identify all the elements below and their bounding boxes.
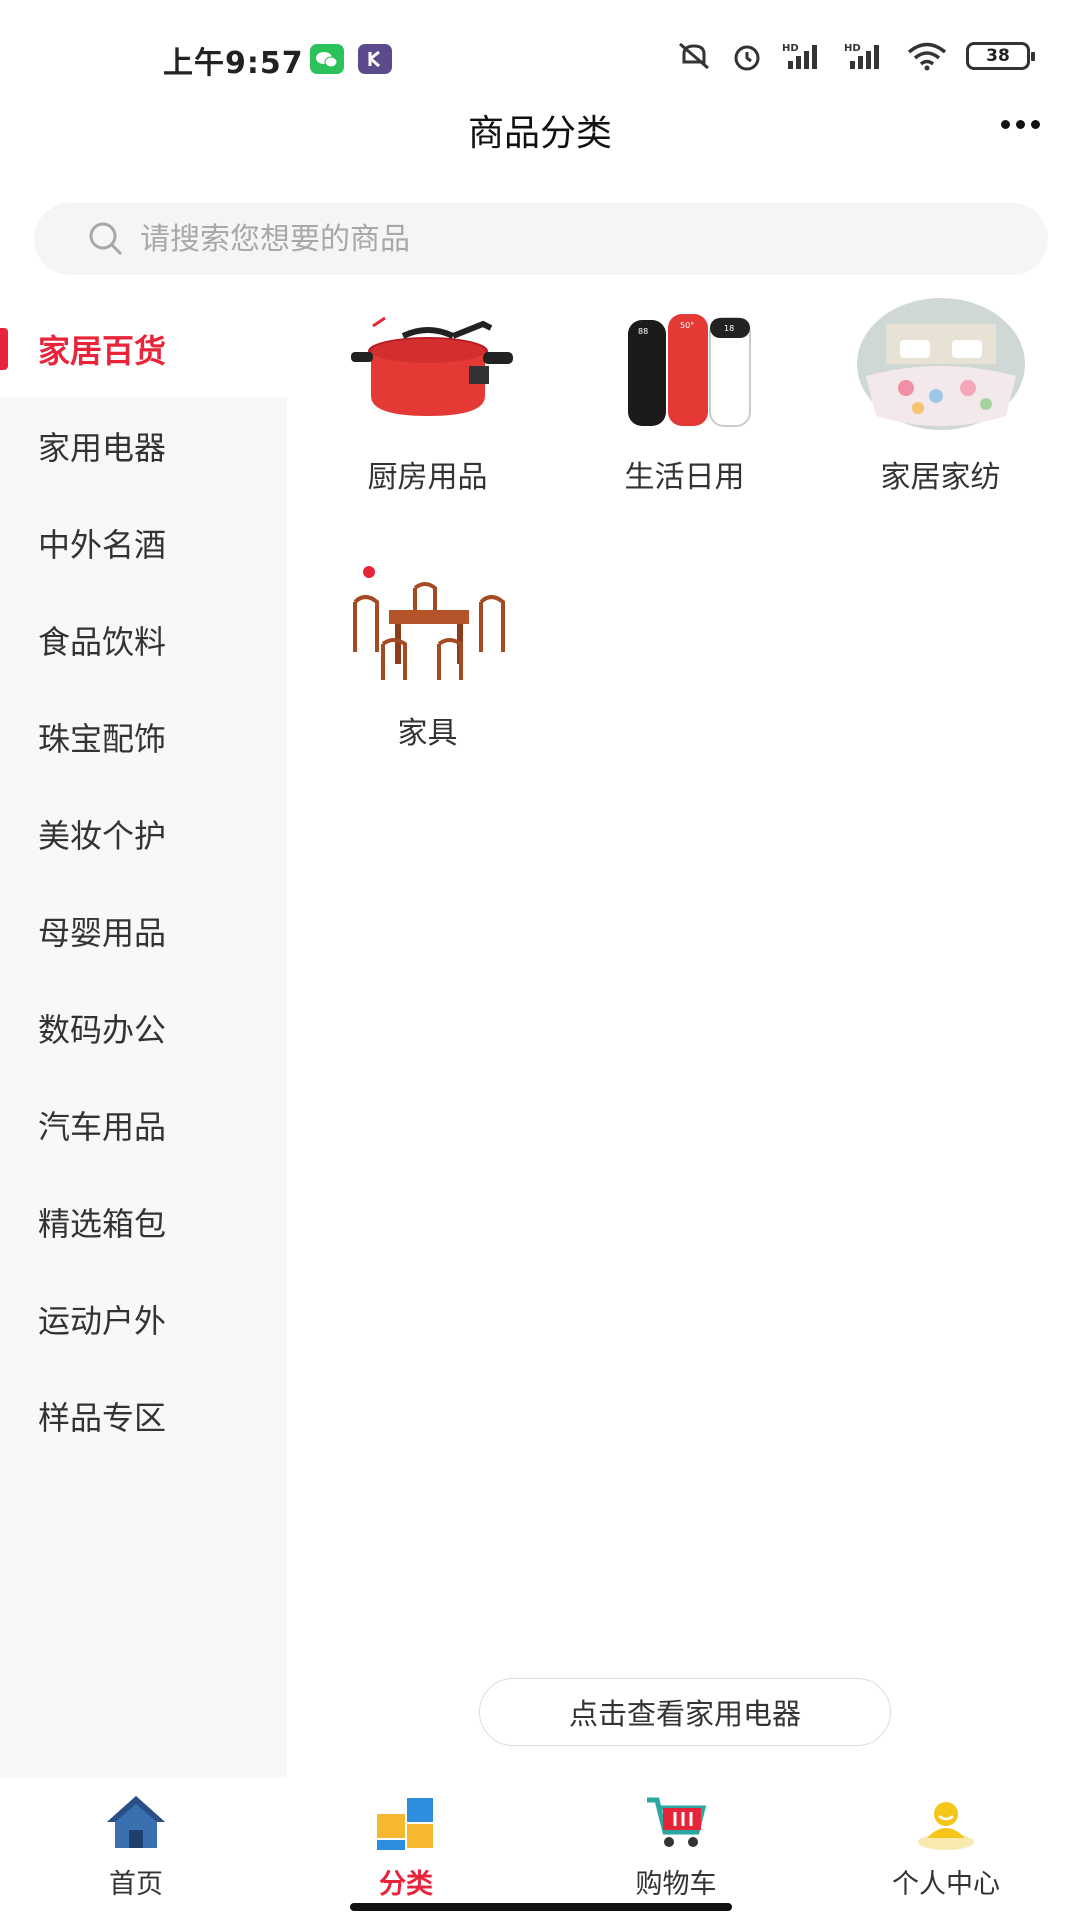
bedding-image <box>856 296 1026 436</box>
sidebar-item-home-goods[interactable]: 家居百货 <box>0 300 287 397</box>
more-options-button[interactable] <box>1001 120 1040 129</box>
sidebar-item-food[interactable]: 食品饮料 <box>0 591 287 688</box>
sidebar-item-jewelry[interactable]: 珠宝配饰 <box>0 688 287 785</box>
wifi-icon <box>907 42 947 71</box>
app-k-icon <box>358 44 392 74</box>
svg-text:88: 88 <box>638 327 648 336</box>
user-icon <box>918 1802 974 1850</box>
status-icons: HD HD 38 <box>676 40 1035 72</box>
category-label: 厨房用品 <box>367 460 488 495</box>
sidebar-item-samples[interactable]: 样品专区 <box>0 1367 287 1464</box>
sidebar-item-beauty[interactable]: 美妆个护 <box>0 785 287 882</box>
mute-icon <box>679 42 709 70</box>
signal-icon-2: HD <box>844 43 879 69</box>
status-time: 上午9:57 <box>163 46 304 81</box>
tab-label: 分类 <box>379 1869 433 1900</box>
tab-home[interactable]: 首页 <box>36 1792 236 1901</box>
tab-cart[interactable]: 购物车 <box>576 1792 776 1901</box>
battery-indicator: 38 <box>966 42 1035 70</box>
svg-text:18: 18 <box>724 324 734 333</box>
svg-text:50°: 50° <box>680 321 694 330</box>
sidebar-item-bags[interactable]: 精选箱包 <box>0 1173 287 1270</box>
category-daily-use[interactable]: 88 50° 18 生活日用 <box>557 296 812 496</box>
category-home-textile[interactable]: 家居家纺 <box>813 296 1068 496</box>
view-next-category-button[interactable]: 点击查看家用电器 <box>479 1678 891 1746</box>
status-bar: 上午9:57 HD HD 38 <box>0 0 1080 110</box>
signal-icon: HD <box>782 43 817 69</box>
home-icon <box>107 1796 165 1848</box>
home-indicator <box>350 1903 732 1911</box>
search-icon <box>89 222 123 256</box>
wechat-icon <box>310 44 344 74</box>
tab-label: 个人中心 <box>892 1869 1000 1900</box>
furniture-image <box>343 552 513 692</box>
search-input[interactable] <box>140 221 940 257</box>
cart-icon <box>647 1797 707 1847</box>
category-label: 家居家纺 <box>880 460 1001 495</box>
pot-image <box>343 296 513 436</box>
category-icon <box>377 1798 433 1850</box>
category-kitchen[interactable]: 厨房用品 <box>300 296 555 496</box>
page-title: 商品分类 <box>467 113 612 154</box>
category-label: 家具 <box>397 716 458 751</box>
sidebar-item-digital[interactable]: 数码办公 <box>0 979 287 1076</box>
search-bar[interactable] <box>34 203 1048 275</box>
category-sidebar: 家居百货 家用电器 中外名酒 食品饮料 珠宝配饰 美妆个护 母婴用品 数码办公 … <box>0 300 287 1778</box>
svg-text:HD: HD <box>844 43 861 54</box>
category-furniture[interactable]: 家具 <box>300 552 555 752</box>
more-dot-icon <box>1001 120 1010 129</box>
svg-text:HD: HD <box>782 43 799 54</box>
tab-category[interactable]: 分类 <box>306 1792 506 1901</box>
category-label: 生活日用 <box>624 460 745 495</box>
sidebar-item-baby[interactable]: 母婴用品 <box>0 882 287 979</box>
sidebar-item-liquor[interactable]: 中外名酒 <box>0 494 287 591</box>
sidebar-item-auto[interactable]: 汽车用品 <box>0 1076 287 1173</box>
more-dot-icon <box>1031 120 1040 129</box>
sidebar-item-sports[interactable]: 运动户外 <box>0 1270 287 1367</box>
alarm-icon <box>734 45 760 71</box>
sidebar-item-appliances[interactable]: 家用电器 <box>0 397 287 494</box>
tab-label: 购物车 <box>635 1869 717 1900</box>
bottom-tab-bar: 首页 分类 购物车 个人中心 <box>0 1778 1080 1920</box>
tab-profile[interactable]: 个人中心 <box>846 1792 1046 1901</box>
tab-label: 首页 <box>109 1869 163 1900</box>
more-dot-icon <box>1016 120 1025 129</box>
thermos-image: 88 50° 18 <box>600 296 770 436</box>
